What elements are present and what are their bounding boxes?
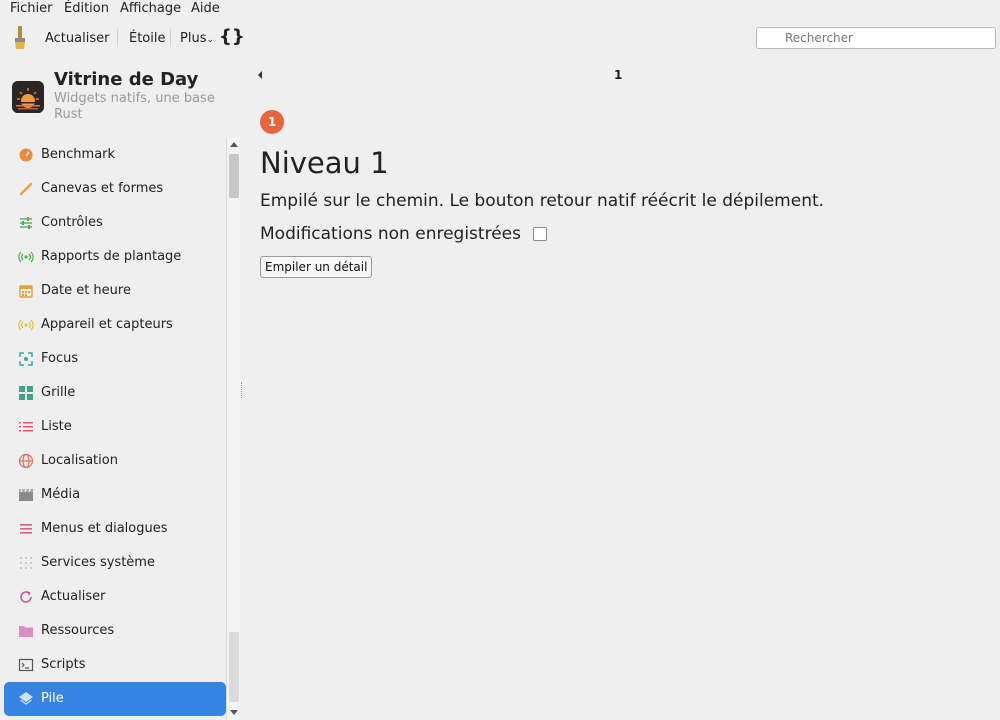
menu-bar: Fichier Édition Affichage Aide: [0, 0, 1000, 18]
more-button[interactable]: Plus⌄: [180, 31, 214, 48]
sidebar-item-label: Benchmark: [41, 147, 116, 162]
star-button[interactable]: Étoile: [129, 31, 166, 46]
sidebar-item-label: Pile: [41, 691, 64, 706]
brush-app-icon: [12, 26, 28, 50]
focus-icon: [18, 351, 34, 367]
main-content: 1 1 Niveau 1 Empilé sur le chemin. Le bo…: [242, 58, 1000, 720]
menu-icon: [18, 521, 34, 537]
menu-file[interactable]: Fichier: [10, 1, 53, 16]
page-title: Niveau 1: [260, 146, 389, 180]
calendar-icon: [18, 283, 34, 299]
code-braces-icon[interactable]: {}: [219, 27, 245, 47]
sidebar-item-resources[interactable]: Ressources: [4, 614, 226, 648]
sidebar-item-focus[interactable]: Focus: [4, 342, 226, 376]
sidebar-item-list[interactable]: Liste: [4, 410, 226, 444]
push-detail-button[interactable]: Empiler un détail: [260, 256, 373, 278]
sidebar-item-label: Date et heure: [41, 283, 131, 298]
scroll-up-icon[interactable]: [230, 142, 238, 147]
sidebar-item-benchmark[interactable]: Benchmark: [4, 138, 226, 172]
sidebar: Vitrine de Day Widgets natifs, une base …: [0, 58, 240, 720]
scrollbar-thumb[interactable]: [229, 154, 239, 198]
scroll-down-icon[interactable]: [230, 710, 238, 715]
chevron-down-icon: ⌄: [206, 35, 215, 45]
sensor-icon: [18, 317, 34, 333]
globe-icon: [18, 453, 34, 469]
sidebar-item-stack[interactable]: Pile: [4, 682, 226, 716]
layers-icon: [18, 691, 34, 707]
terminal-icon: [18, 657, 34, 673]
app-subtitle: Widgets natifs, une base Rust: [54, 91, 215, 122]
sidebar-item-label: Grille: [41, 385, 76, 400]
scrollbar-track-segment: [229, 632, 239, 702]
more-button-label: Plus: [180, 31, 207, 46]
list-icon: [18, 419, 34, 435]
unsaved-changes-label: Modifications non enregistrées: [260, 224, 521, 244]
sidebar-item-controls[interactable]: Contrôles: [4, 206, 226, 240]
sidebar-item-localization[interactable]: Localisation: [4, 444, 226, 478]
sidebar-item-label: Focus: [41, 351, 79, 366]
sidebar-item-label: Services système: [41, 555, 155, 570]
broadcast-icon: [18, 249, 34, 265]
menu-edit[interactable]: Édition: [64, 1, 109, 16]
sidebar-item-media[interactable]: Média: [4, 478, 226, 512]
page-description: Empilé sur le chemin. Le bouton retour n…: [260, 191, 825, 211]
back-arrow-icon[interactable]: [258, 71, 262, 79]
sidebar-item-label: Liste: [41, 419, 72, 434]
search-input[interactable]: [756, 27, 996, 49]
sidebar-item-system-services[interactable]: Services système: [4, 546, 226, 580]
unsaved-changes-checkbox[interactable]: [533, 227, 547, 241]
sidebar-item-label: Localisation: [41, 453, 118, 468]
sidebar-item-label: Rapports de plantage: [41, 249, 182, 264]
sidebar-scrollbar[interactable]: [226, 138, 240, 720]
app-title: Vitrine de Day: [54, 69, 199, 90]
sidebar-item-crash-reports[interactable]: Rapports de plantage: [4, 240, 226, 274]
dots-icon: [18, 555, 34, 571]
level-badge: 1: [260, 110, 284, 134]
sidebar-item-canvas[interactable]: Canevas et formes: [4, 172, 226, 206]
sidebar-item-refresh[interactable]: Actualiser: [4, 580, 226, 614]
sliders-icon: [18, 215, 34, 231]
sidebar-item-menus-dialogs[interactable]: Menus et dialogues: [4, 512, 226, 546]
toolbar-separator: [117, 29, 118, 47]
sidebar-item-label: Média: [41, 487, 81, 502]
refresh-icon: [18, 589, 34, 605]
toolbar-separator: [170, 29, 171, 47]
sidebar-item-scripts[interactable]: Scripts: [4, 648, 226, 682]
clapper-icon: [18, 487, 34, 503]
sidebar-item-label: Actualiser: [41, 589, 106, 604]
refresh-button[interactable]: Actualiser: [45, 31, 109, 46]
sidebar-item-grid[interactable]: Grille: [4, 376, 226, 410]
sidebar-nav: Benchmark Canevas et formes Contrôles Ra…: [4, 138, 226, 716]
sidebar-item-label: Canevas et formes: [41, 181, 164, 196]
menu-help[interactable]: Aide: [191, 1, 220, 16]
sidebar-item-label: Menus et dialogues: [41, 521, 168, 536]
grid-icon: [18, 385, 34, 401]
sidebar-item-label: Appareil et capteurs: [41, 317, 173, 332]
gauge-icon: [18, 147, 34, 163]
breadcrumb: 1: [614, 68, 623, 82]
brush-icon: [18, 181, 34, 197]
sidebar-item-device-sensors[interactable]: Appareil et capteurs: [4, 308, 226, 342]
sidebar-item-label: Contrôles: [41, 215, 103, 230]
sidebar-item-label: Ressources: [41, 623, 115, 638]
menu-view[interactable]: Affichage: [120, 1, 181, 16]
app-logo-icon: [12, 81, 44, 113]
sidebar-item-label: Scripts: [41, 657, 86, 672]
sidebar-item-date-time[interactable]: Date et heure: [4, 274, 226, 308]
folder-icon: [18, 623, 34, 639]
toolbar: Actualiser Étoile Plus⌄ {}: [0, 18, 1000, 58]
